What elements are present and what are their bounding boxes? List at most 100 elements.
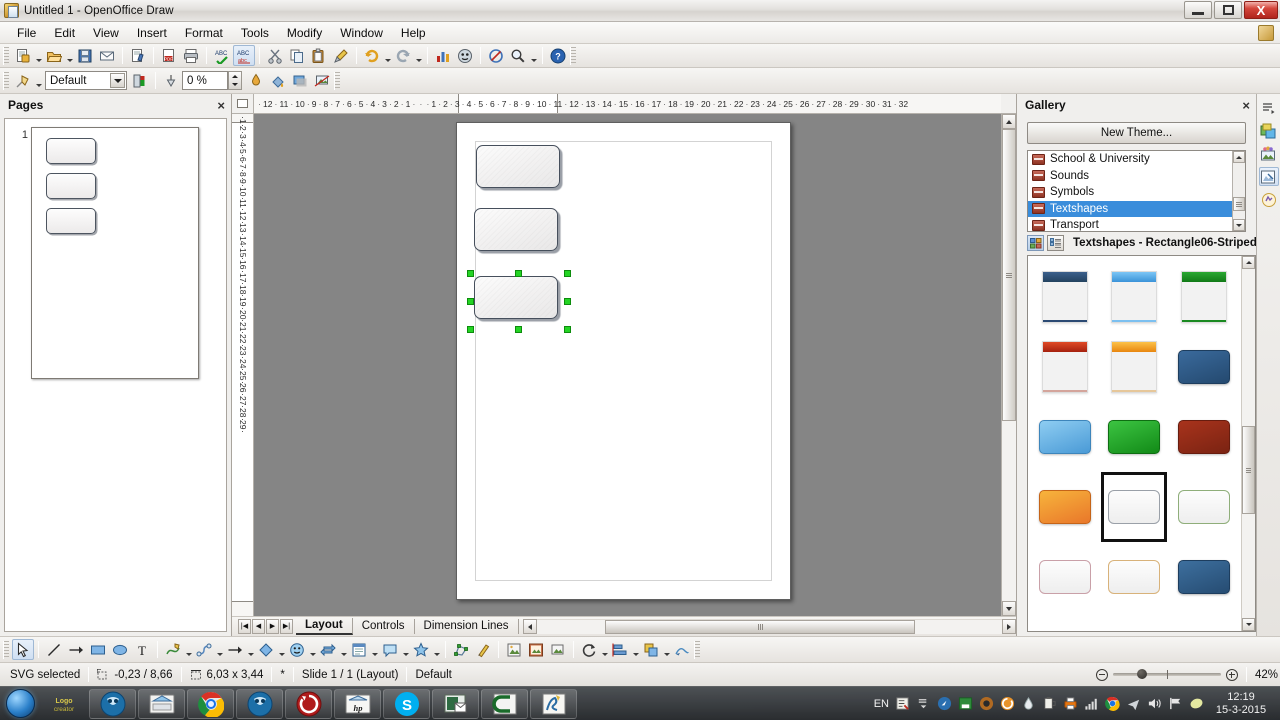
curve-tool-button[interactable] xyxy=(162,639,184,660)
restore-button[interactable] xyxy=(1214,1,1242,19)
gallery-item-textshape-doc-lightblue[interactable] xyxy=(1103,270,1165,324)
tray-water-drop-icon[interactable] xyxy=(1021,696,1036,711)
arrange-button[interactable] xyxy=(640,639,662,660)
chart-button[interactable] xyxy=(432,45,454,66)
gallery-theme-list[interactable]: School & University Sounds Symbols Texts… xyxy=(1027,150,1246,232)
taskbar-item-media-player-2[interactable] xyxy=(236,689,283,719)
text-tool-button[interactable]: T xyxy=(131,639,153,660)
taskbar-item-recorder[interactable] xyxy=(285,689,332,719)
toolbar-grip[interactable] xyxy=(3,47,9,65)
rotate-button[interactable] xyxy=(547,639,569,660)
tray-orange-circle-icon[interactable] xyxy=(1000,696,1015,711)
handle-top-left[interactable] xyxy=(467,270,474,277)
alignment-dropdown-icon[interactable] xyxy=(631,639,640,660)
print-button[interactable] xyxy=(180,45,202,66)
scroll-left-button[interactable] xyxy=(523,619,537,634)
lines-and-arrows-button[interactable] xyxy=(224,639,246,660)
close-button[interactable]: X xyxy=(1244,1,1278,19)
horizontal-ruler[interactable]: ·12·11·10·9·8·7·6·5·4·3·2·1···1·2·3·4·5·… xyxy=(254,94,1001,114)
rounded-rectangle-1[interactable] xyxy=(476,145,560,188)
lines-arrows-dropdown-icon[interactable] xyxy=(246,639,255,660)
scroll-right-button[interactable] xyxy=(1002,619,1016,634)
tray-network-signal-icon[interactable] xyxy=(1084,696,1099,711)
chevron-down-icon[interactable] xyxy=(110,73,125,88)
theme-scroll-up-button[interactable] xyxy=(1233,151,1245,163)
tray-language[interactable]: EN xyxy=(874,698,889,710)
menu-tools[interactable]: Tools xyxy=(232,24,278,42)
shadow-box-button[interactable] xyxy=(289,70,311,91)
menu-view[interactable]: View xyxy=(84,24,128,42)
rotate-dropdown-icon[interactable] xyxy=(600,639,609,660)
from-file-button[interactable] xyxy=(503,639,525,660)
redo-dropdown-icon[interactable] xyxy=(414,45,423,66)
theme-scroll-down-button[interactable] xyxy=(1233,219,1245,231)
gallery-item-textshape-outline-pink[interactable] xyxy=(1034,550,1096,604)
send-email-button[interactable] xyxy=(96,45,118,66)
layer-tab-layout[interactable]: Layout xyxy=(296,618,353,635)
gallery-item-textshape-doc-navy[interactable] xyxy=(1034,270,1096,324)
toolbar-grip[interactable] xyxy=(3,641,9,659)
handle-bottom-right[interactable] xyxy=(564,326,571,333)
theme-school-and-university[interactable]: School & University xyxy=(1028,151,1245,168)
taskbar-item-logo-creator[interactable]: Logocreator xyxy=(40,689,87,719)
nav-next-button[interactable]: ▶ xyxy=(266,619,279,634)
flowchart-button[interactable] xyxy=(348,639,370,660)
vertical-ruler[interactable]: ·1·2·3·4·5·6·7·8·9·10·11·12·13·14·15·16·… xyxy=(232,114,254,616)
gallery-item-textshape-outline-tan[interactable] xyxy=(1103,550,1165,604)
cut-button[interactable] xyxy=(264,45,286,66)
tray-show-hidden-icon[interactable] xyxy=(916,696,931,711)
page-item-1[interactable]: 1 xyxy=(5,119,226,379)
gallery-item-textshape-round-skyblue[interactable] xyxy=(1034,410,1096,464)
redo-button[interactable] xyxy=(392,45,414,66)
gallery-item-textshape-outline-green[interactable] xyxy=(1173,480,1235,534)
connector-tool-button[interactable] xyxy=(193,639,215,660)
theme-transport[interactable]: Transport xyxy=(1028,217,1245,232)
rotate-tool-button[interactable] xyxy=(578,639,600,660)
area-fill-button[interactable] xyxy=(267,70,289,91)
taskbar-item-explorer[interactable] xyxy=(138,689,185,719)
gallery-scroll-thumb[interactable] xyxy=(1242,426,1255,514)
pages-list[interactable]: 1 xyxy=(4,118,227,632)
menu-window[interactable]: Window xyxy=(331,24,392,42)
gallery-item-textshape-round-steelblue[interactable] xyxy=(1173,550,1235,604)
tray-chrome-icon[interactable] xyxy=(1105,696,1120,711)
zoom-slider[interactable] xyxy=(1096,669,1238,681)
rounded-rectangle-3[interactable] xyxy=(474,276,558,319)
page-sheet[interactable] xyxy=(456,122,791,600)
export-pdf-button[interactable]: PDF xyxy=(158,45,180,66)
tray-volume-icon[interactable] xyxy=(1147,696,1162,711)
dock-menu-icon[interactable] xyxy=(1259,98,1279,117)
line-color-button[interactable] xyxy=(129,70,151,91)
tray-ime-icon[interactable] xyxy=(895,696,910,711)
close-icon[interactable]: × xyxy=(1242,99,1250,112)
line-style-combo[interactable]: Default xyxy=(45,71,127,90)
transparency-stepper[interactable] xyxy=(228,71,242,90)
undo-dropdown-icon[interactable] xyxy=(383,45,392,66)
layer-tab-dimension-lines[interactable]: Dimension Lines xyxy=(415,619,519,634)
stars-button[interactable] xyxy=(410,639,432,660)
styles-dock-icon[interactable] xyxy=(1259,190,1279,209)
callouts-button[interactable] xyxy=(379,639,401,660)
open-document-dropdown-icon[interactable] xyxy=(65,45,74,66)
toolbar-overflow-handle[interactable] xyxy=(570,47,576,65)
icon-view-button[interactable] xyxy=(1027,235,1044,251)
canvas-vertical-scrollbar[interactable] xyxy=(1001,114,1016,616)
gallery-item-textshape-round-navy[interactable] xyxy=(1173,340,1235,394)
gallery-scrollbar[interactable] xyxy=(1241,256,1255,631)
theme-textshapes[interactable]: Textshapes xyxy=(1028,201,1245,218)
basic-shapes-dropdown-icon[interactable] xyxy=(277,639,286,660)
status-zoom-level[interactable]: 42% xyxy=(1255,669,1280,681)
handle-bottom-left[interactable] xyxy=(467,326,474,333)
theme-scroll-thumb[interactable] xyxy=(1233,197,1245,211)
nav-prev-button[interactable]: ◀ xyxy=(252,619,265,634)
gallery-dock-icon[interactable] xyxy=(1259,121,1279,140)
ellipse-tool-button[interactable] xyxy=(109,639,131,660)
tray-green-app-icon[interactable] xyxy=(958,696,973,711)
open-document-button[interactable] xyxy=(43,45,65,66)
menu-edit[interactable]: Edit xyxy=(45,24,84,42)
taskbar-item-media-player[interactable] xyxy=(89,689,136,719)
copy-button[interactable] xyxy=(286,45,308,66)
save-document-button[interactable] xyxy=(74,45,96,66)
tray-orange-ring-icon[interactable] xyxy=(979,696,994,711)
points-button[interactable] xyxy=(450,639,472,660)
